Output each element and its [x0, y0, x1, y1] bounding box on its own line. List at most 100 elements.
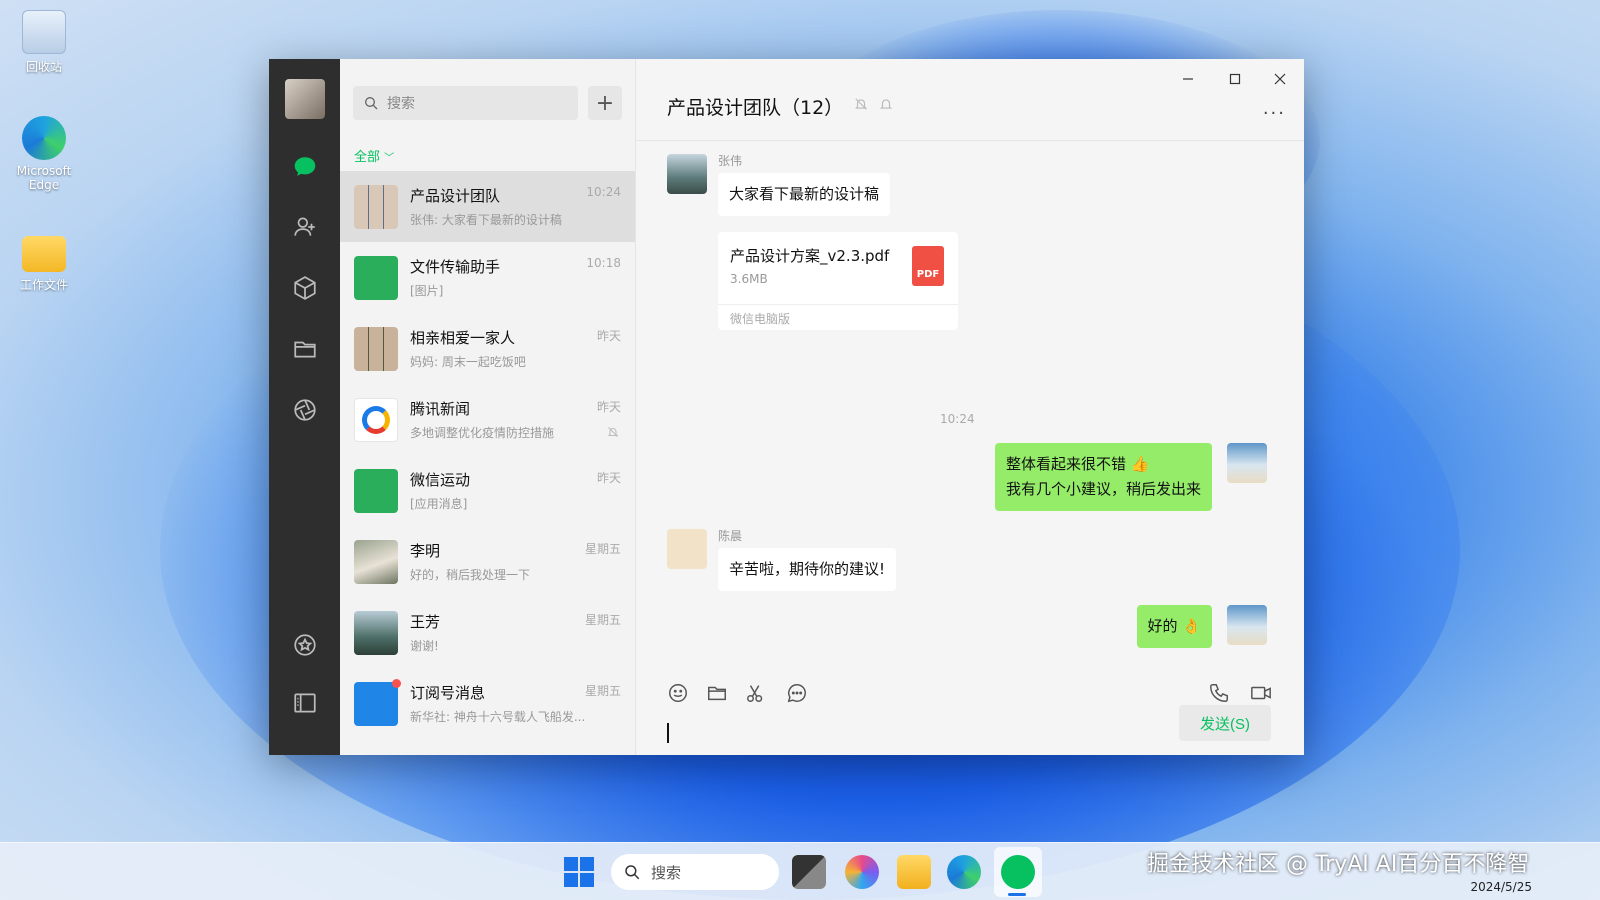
file-name: 产品设计方案_v2.3.pdf — [730, 247, 890, 265]
message-avatar[interactable] — [667, 154, 707, 194]
voice-call-icon[interactable] — [1208, 682, 1232, 706]
conversation-pane: 搜索 + 全部 ﹀ 产品设计团队 张伟: 大家看下最新的设计稿 10:24 文件… — [340, 59, 636, 755]
folder-icon — [22, 236, 66, 272]
unread-dot — [392, 678, 401, 688]
favorites-icon[interactable] — [289, 629, 321, 661]
message-bubble[interactable]: 大家看下最新的设计稿 — [718, 173, 891, 216]
message-avatar[interactable] — [667, 529, 707, 569]
running-indicator — [1008, 893, 1026, 896]
conversation-item[interactable]: 产品设计团队 张伟: 大家看下最新的设计稿 10:24 — [340, 171, 635, 242]
search-row: 搜索 + — [353, 86, 622, 120]
close-icon — [1274, 73, 1286, 85]
cube-icon[interactable] — [289, 272, 321, 304]
wechat-icon[interactable] — [1001, 855, 1035, 889]
chat-panel: 产品设计团队（12） ··· 张伟 大家看下最新的设计稿 产品设计方案_v2.3… — [636, 59, 1304, 755]
conversation-item[interactable]: 订阅号消息 新华社: 神舟十六号载人飞船发... 星期五 — [340, 668, 635, 739]
conversation-preview: [应用消息] — [410, 497, 468, 511]
edge-icon[interactable] — [947, 855, 981, 889]
chat-history-icon[interactable] — [786, 682, 810, 706]
conversation-name: 腾讯新闻 — [410, 400, 471, 418]
group-avatar — [354, 184, 398, 229]
conversation-item[interactable]: 文件传输助手 [图片] 10:18 — [340, 242, 635, 313]
windows-logo-tile — [580, 873, 594, 887]
message-bubble-self[interactable]: 好的 👌 — [1136, 605, 1212, 648]
folder-icon[interactable] — [289, 333, 321, 365]
emoji-icon[interactable] — [667, 682, 691, 706]
chat-title[interactable]: 产品设计团队（12） — [667, 93, 843, 120]
dog-avatar — [354, 539, 398, 584]
recycle-bin-icon — [22, 10, 66, 54]
mute-bell-icon[interactable] — [854, 97, 868, 111]
message-bubble-self[interactable]: 整体看起来很不错 👍 我有几个小建议，稍后发出来 — [994, 443, 1212, 511]
message-input-cursor[interactable] — [667, 723, 669, 743]
desktop-icon-label: Microsoft Edge — [16, 164, 72, 192]
message-line: 整体看起来很不错 👍 — [1005, 455, 1150, 473]
conversation-item[interactable]: 王芳 谢谢! 星期五 — [340, 597, 635, 668]
self-avatar[interactable] — [1227, 443, 1267, 483]
desktop-icon-work-folder[interactable]: 工作文件 — [8, 230, 80, 293]
windows-logo-tile — [580, 857, 594, 871]
taskbar-search[interactable]: 搜索 — [611, 854, 779, 890]
conversation-name: 微信运动 — [410, 471, 471, 489]
chevron-down-icon: ﹀ — [384, 153, 395, 164]
scissors-icon[interactable] — [745, 682, 769, 706]
more-button[interactable]: ··· — [1263, 103, 1286, 124]
conversation-item[interactable]: 相亲相爱一家人 妈妈: 周末一起吃饭吧 昨天 — [340, 313, 635, 384]
conversation-item[interactable]: 腾讯新闻 多地调整优化疫情防控措施 昨天 — [340, 384, 635, 455]
clock-date[interactable]: 2024/5/25 — [1470, 880, 1532, 894]
landscape-avatar — [354, 610, 398, 655]
desktop-icon-label: 回收站 — [25, 60, 62, 74]
bell-icon[interactable] — [879, 97, 893, 111]
user-avatar[interactable] — [285, 79, 325, 119]
message-bubble[interactable]: 辛苦啦，期待你的建议! — [718, 548, 897, 591]
video-call-icon[interactable] — [1250, 682, 1274, 706]
conversation-name: 相亲相爱一家人 — [410, 329, 516, 347]
minimize-icon — [1183, 78, 1193, 80]
conversation-preview: 好的，稍后我处理一下 — [410, 568, 531, 582]
family-group-avatar — [354, 326, 398, 371]
moments-icon[interactable] — [289, 394, 321, 426]
conversation-time: 星期五 — [584, 542, 621, 556]
file-explorer-icon[interactable] — [897, 855, 931, 889]
message-sender: 陈晨 — [718, 529, 743, 543]
conversation-time: 昨天 — [596, 329, 621, 343]
search-input[interactable]: 搜索 — [353, 86, 578, 120]
maximize-button[interactable] — [1215, 69, 1255, 89]
filter-label: 全部 — [354, 150, 381, 165]
message-sender: 张伟 — [718, 154, 743, 168]
file-source: 微信电脑版 — [718, 304, 958, 330]
chat-icon[interactable] — [289, 151, 321, 183]
conversation-time: 昨天 — [596, 471, 621, 485]
windows-logo-tile — [564, 873, 578, 887]
close-button[interactable] — [1260, 69, 1300, 89]
file-message[interactable]: 产品设计方案_v2.3.pdf 3.6MB PDF 微信电脑版 — [718, 232, 958, 330]
wechat-window: 搜索 + 全部 ﹀ 产品设计团队 张伟: 大家看下最新的设计稿 10:24 文件… — [269, 59, 1304, 755]
task-view-icon[interactable] — [792, 855, 826, 889]
mute-icon — [607, 427, 619, 437]
add-button[interactable]: + — [588, 86, 622, 120]
conversation-preview: 多地调整优化疫情防控措施 — [410, 426, 555, 440]
windows-logo-tile — [564, 857, 578, 871]
conversation-list: 产品设计团队 张伟: 大家看下最新的设计稿 10:24 文件传输助手 [图片] … — [340, 171, 635, 739]
desktop-icon-edge[interactable]: Microsoft Edge — [8, 116, 80, 192]
conversation-item[interactable]: 李明 好的，稍后我处理一下 星期五 — [340, 526, 635, 597]
send-button[interactable]: 发送(S) — [1179, 705, 1271, 741]
filter-dropdown[interactable]: 全部 ﹀ — [354, 146, 394, 165]
file-size: 3.6MB — [730, 272, 768, 286]
chat-header: 产品设计团队（12） ··· — [636, 59, 1304, 141]
watermark-text: 掘金技术社区 @ TryAI AI百分百不降智 — [1147, 852, 1530, 877]
minimize-button[interactable] — [1168, 69, 1208, 89]
copilot-icon[interactable] — [845, 855, 879, 889]
subscription-avatar — [354, 678, 401, 726]
settings-panel-icon[interactable] — [289, 687, 321, 719]
file-icon[interactable] — [706, 682, 730, 706]
desktop-icon-label: 工作文件 — [19, 278, 68, 292]
self-avatar[interactable] — [1227, 605, 1267, 645]
conversation-preview: 张伟: 大家看下最新的设计稿 — [410, 213, 562, 227]
conversation-time: 10:18 — [586, 256, 621, 270]
desktop-icon-recycle-bin[interactable]: 回收站 — [8, 10, 80, 75]
conversation-item[interactable]: 微信运动 [应用消息] 昨天 — [340, 455, 635, 526]
start-button[interactable] — [564, 857, 594, 887]
contacts-icon[interactable] — [289, 211, 321, 243]
conversation-preview: 妈妈: 周末一起吃饭吧 — [410, 355, 526, 369]
